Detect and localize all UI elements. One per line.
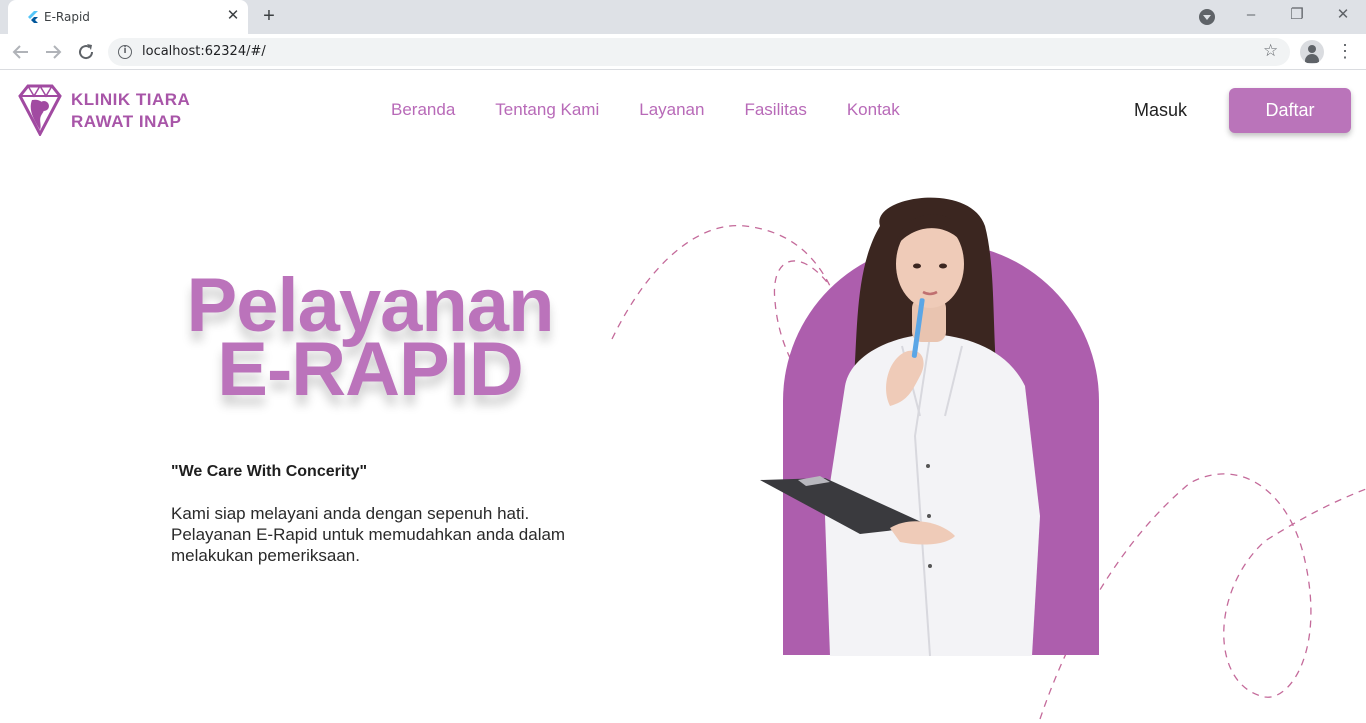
tab-search-icon[interactable] — [1199, 9, 1215, 25]
hero-tagline: "We Care With Concerity" — [171, 463, 368, 480]
register-button[interactable]: Daftar — [1229, 88, 1351, 133]
address-bar[interactable]: i localhost:62324/#/ ☆ — [108, 38, 1290, 66]
nav-beranda[interactable]: Beranda — [391, 100, 455, 120]
restore-button[interactable]: ❐ — [1282, 4, 1312, 28]
nav-layanan[interactable]: Layanan — [639, 100, 704, 120]
tab-title: E-Rapid — [44, 10, 90, 24]
clinic-logo-icon — [18, 84, 62, 136]
tab-close-icon[interactable]: ✕ — [224, 7, 242, 25]
nav-fasilitas[interactable]: Fasilitas — [744, 100, 806, 120]
nav-tentang-kami[interactable]: Tentang Kami — [495, 100, 599, 120]
hero-description: Kami siap melayani anda dengan sepenuh h… — [171, 504, 566, 565]
hero-title-line2: E-RAPID — [217, 327, 523, 412]
reload-icon[interactable] — [74, 40, 98, 64]
hero-title: Pelayanan E-RAPID — [170, 268, 570, 412]
new-tab-button[interactable]: + — [258, 6, 280, 28]
clinic-name-line1: KLINIK TIARA — [71, 90, 191, 109]
minimize-button[interactable]: – — [1236, 4, 1266, 28]
main-nav: Beranda Tentang Kami Layanan Fasilitas K… — [391, 100, 900, 120]
close-window-button[interactable]: ✕ — [1328, 4, 1358, 28]
url-text: localhost:62324/#/ — [142, 44, 266, 59]
menu-icon[interactable]: ⋮ — [1336, 40, 1354, 64]
browser-tab-bar: E-Rapid ✕ + – ❐ ✕ — [0, 0, 1366, 34]
browser-toolbar: i localhost:62324/#/ ☆ ⋮ — [0, 34, 1366, 70]
nav-kontak[interactable]: Kontak — [847, 100, 900, 120]
login-button[interactable]: Masuk — [1134, 100, 1187, 121]
doctor-illustration — [760, 197, 1040, 656]
clinic-name-line2: RAWAT INAP — [71, 112, 182, 131]
flutter-icon — [28, 11, 38, 23]
clinic-name[interactable]: KLINIK TIARA RAWAT INAP — [71, 89, 190, 133]
bookmark-star-icon[interactable]: ☆ — [1263, 41, 1278, 61]
info-icon[interactable]: i — [118, 45, 132, 59]
forward-icon[interactable] — [41, 40, 65, 64]
profile-icon[interactable] — [1300, 40, 1324, 64]
back-icon[interactable] — [9, 40, 33, 64]
browser-tab[interactable]: E-Rapid ✕ — [8, 0, 248, 34]
page: KLINIK TIARA RAWAT INAP Beranda Tentang … — [0, 71, 1366, 723]
